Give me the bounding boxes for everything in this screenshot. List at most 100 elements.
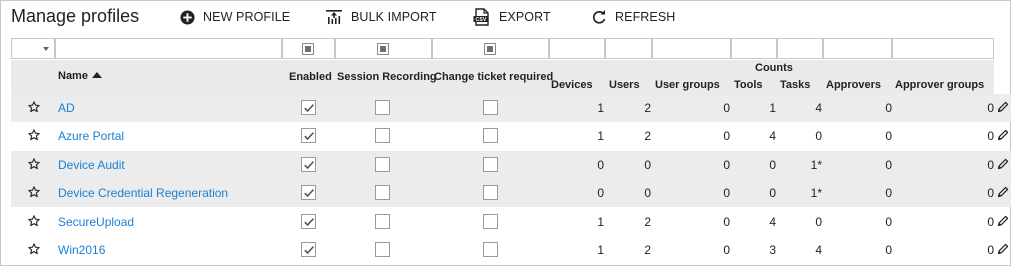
user-groups-column-header[interactable]: User groups (655, 79, 720, 91)
counts-group-header: Counts (755, 62, 793, 74)
approvers-count: 0 (885, 158, 892, 172)
session-recording-filter[interactable] (335, 38, 432, 59)
row-filter-dropdown[interactable] (11, 38, 55, 59)
users-count: 0 (644, 158, 651, 172)
tasks-filter-input[interactable] (777, 38, 823, 59)
profile-name-link[interactable]: Win2016 (58, 243, 105, 257)
enabled-filter[interactable] (282, 38, 335, 59)
tools-count: 4 (769, 129, 776, 143)
change-ticket-checkbox[interactable] (483, 128, 498, 143)
tools-filter-input[interactable] (731, 38, 777, 59)
approver-groups-count: 0 (987, 186, 994, 200)
profile-name-link[interactable]: Device Credential Regeneration (58, 186, 228, 200)
approver-groups-column-header[interactable]: Approver groups (895, 79, 984, 91)
change-ticket-filter-checkbox[interactable] (484, 43, 496, 55)
profile-name-link[interactable]: SecureUpload (58, 215, 134, 229)
change-ticket-checkbox[interactable] (483, 157, 498, 172)
session-recording-column-header[interactable]: Session Recording (337, 71, 437, 83)
favorite-star-icon[interactable] (28, 186, 40, 198)
users-column-header[interactable]: Users (609, 79, 640, 91)
refresh-button[interactable]: REFRESH (591, 9, 675, 25)
session-recording-checkbox[interactable] (375, 242, 390, 257)
user-groups-count: 0 (723, 215, 730, 229)
export-button[interactable]: CSV EXPORT (473, 8, 551, 26)
approver-groups-count: 0 (987, 129, 994, 143)
enabled-column-header[interactable]: Enabled (289, 71, 332, 83)
edit-pencil-icon[interactable] (997, 101, 1009, 113)
change-ticket-checkbox[interactable] (483, 100, 498, 115)
enabled-checkbox[interactable] (301, 185, 316, 200)
tasks-count: 4 (815, 243, 822, 257)
table-row: AD 1 2 0 1 4 0 0 (11, 94, 1011, 122)
approvers-count: 0 (885, 101, 892, 115)
devices-column-header[interactable]: Devices (551, 79, 593, 91)
devices-count: 1 (597, 129, 604, 143)
favorite-star-icon[interactable] (28, 215, 40, 227)
user-groups-count: 0 (723, 129, 730, 143)
tasks-column-header[interactable]: Tasks (780, 79, 810, 91)
edit-pencil-icon[interactable] (997, 129, 1009, 141)
session-recording-checkbox[interactable] (375, 214, 390, 229)
profile-name-link[interactable]: Device Audit (58, 158, 125, 172)
tasks-count: 1* (810, 186, 822, 200)
favorite-star-icon[interactable] (28, 129, 40, 141)
approvers-count: 0 (885, 186, 892, 200)
change-ticket-checkbox[interactable] (483, 185, 498, 200)
user-groups-filter-input[interactable] (652, 38, 731, 59)
table-row: Azure Portal 1 2 0 4 0 0 0 (11, 122, 1011, 150)
session-recording-checkbox[interactable] (375, 157, 390, 172)
tools-count: 3 (769, 243, 776, 257)
session-recording-checkbox[interactable] (375, 100, 390, 115)
change-ticket-column-header[interactable]: Change ticket required (434, 71, 553, 83)
enabled-checkbox[interactable] (301, 157, 316, 172)
devices-count: 0 (597, 158, 604, 172)
filter-row (11, 38, 994, 59)
change-ticket-checkbox[interactable] (483, 242, 498, 257)
profile-name-link[interactable]: Azure Portal (58, 129, 124, 143)
page-title: Manage profiles (11, 6, 140, 26)
user-groups-count: 0 (723, 243, 730, 257)
edit-pencil-icon[interactable] (997, 186, 1009, 198)
plus-circle-icon (180, 9, 195, 25)
name-filter-input[interactable] (55, 38, 282, 59)
edit-pencil-icon[interactable] (997, 243, 1009, 255)
favorite-star-icon[interactable] (28, 158, 40, 170)
profile-name-link[interactable]: AD (58, 101, 75, 115)
tasks-count: 0 (815, 129, 822, 143)
enabled-checkbox[interactable] (301, 100, 316, 115)
enabled-checkbox[interactable] (301, 242, 316, 257)
devices-filter-input[interactable] (549, 38, 605, 59)
tools-count: 0 (769, 158, 776, 172)
approvers-filter-input[interactable] (823, 38, 892, 59)
approver-groups-count: 0 (987, 101, 994, 115)
change-ticket-checkbox[interactable] (483, 214, 498, 229)
users-filter-input[interactable] (605, 38, 652, 59)
enabled-checkbox[interactable] (301, 128, 316, 143)
sort-ascending-icon (91, 72, 102, 78)
enabled-filter-checkbox[interactable] (302, 43, 314, 55)
favorite-star-icon[interactable] (28, 101, 40, 113)
devices-count: 0 (597, 186, 604, 200)
bulk-import-button[interactable]: BULK IMPORT (325, 9, 437, 25)
users-count: 0 (644, 186, 651, 200)
devices-count: 1 (597, 243, 604, 257)
new-profile-button[interactable]: NEW PROFILE (180, 9, 290, 25)
approver-groups-filter-input[interactable] (892, 38, 994, 59)
csv-file-icon: CSV (473, 8, 489, 26)
session-recording-filter-checkbox[interactable] (377, 43, 389, 55)
edit-pencil-icon[interactable] (997, 215, 1009, 227)
enabled-checkbox[interactable] (301, 214, 316, 229)
approvers-column-header[interactable]: Approvers (826, 79, 881, 91)
name-column-header[interactable]: Name (58, 70, 102, 82)
tasks-count: 0 (815, 215, 822, 229)
tools-column-header[interactable]: Tools (734, 79, 763, 91)
tasks-count: 4 (815, 101, 822, 115)
edit-pencil-icon[interactable] (997, 158, 1009, 170)
favorite-star-icon[interactable] (28, 243, 40, 255)
table-row: Device Audit 0 0 0 0 1* 0 0 (11, 151, 1011, 179)
change-ticket-filter[interactable] (432, 38, 549, 59)
session-recording-checkbox[interactable] (375, 128, 390, 143)
session-recording-checkbox[interactable] (375, 185, 390, 200)
user-groups-count: 0 (723, 101, 730, 115)
table-row: Win2016 1 2 0 3 4 0 0 (11, 236, 1011, 264)
